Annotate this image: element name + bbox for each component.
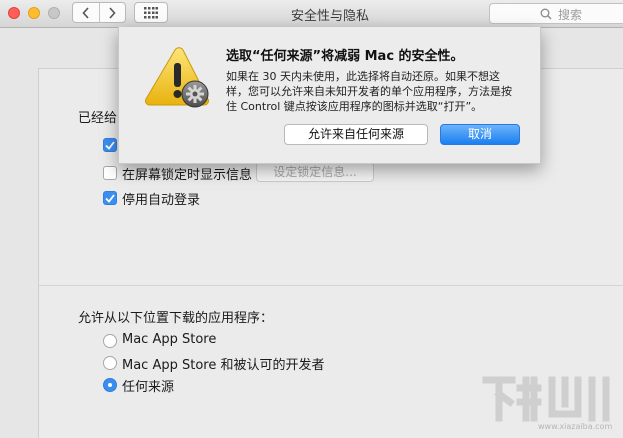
title-bar: 安全性与隐私 搜索 bbox=[0, 0, 623, 28]
disable-auto-login-checkbox[interactable] bbox=[103, 191, 117, 205]
checkmark-icon bbox=[105, 193, 115, 203]
radio-identified-developers[interactable] bbox=[103, 356, 117, 370]
site-watermark-logo bbox=[482, 376, 610, 422]
show-all-button[interactable] bbox=[134, 2, 168, 23]
minimize-window-button[interactable] bbox=[28, 7, 40, 19]
chevron-left-icon bbox=[82, 6, 89, 19]
security-warning-sheet: 选取“任何来源”将减弱 Mac 的安全性。 如果在 30 天内未使用，此选择将自… bbox=[118, 27, 541, 164]
radio-anywhere-label: 任何来源 bbox=[122, 380, 175, 395]
radio-mac-app-store[interactable] bbox=[103, 334, 117, 348]
search-icon bbox=[540, 8, 552, 20]
radio-identified-developers-label: Mac App Store 和被认可的开发者 bbox=[122, 358, 325, 373]
radio-anywhere[interactable] bbox=[103, 378, 117, 392]
radio-mac-app-store-label: Mac App Store bbox=[122, 332, 217, 347]
allow-from-anywhere-button[interactable]: 允许来自任何来源 bbox=[284, 124, 428, 145]
watermark-url: www.xiazaiba.com bbox=[538, 422, 613, 431]
close-window-button[interactable] bbox=[8, 7, 20, 19]
grid-icon bbox=[144, 6, 158, 18]
search-field[interactable]: 搜索 bbox=[489, 3, 623, 24]
alert-message-line: 样，您可以允许来自未知开发者的单个应用程序，方法是按 bbox=[226, 85, 512, 98]
zoom-window-button[interactable] bbox=[48, 7, 60, 19]
checkmark-icon bbox=[105, 140, 115, 150]
alert-title: 选取“任何来源”将减弱 Mac 的安全性。 bbox=[226, 49, 464, 64]
back-button[interactable] bbox=[73, 3, 99, 22]
disable-auto-login-label: 停用自动登录 bbox=[122, 193, 201, 208]
search-placeholder: 搜索 bbox=[558, 8, 583, 22]
alert-message-line: 住 Control 键点按该应用程序的图标并选取“打开”。 bbox=[226, 100, 483, 113]
chevron-right-icon bbox=[109, 6, 116, 19]
warning-icon bbox=[145, 47, 209, 108]
download-source-heading: 允许从以下位置下载的应用程序： bbox=[78, 311, 274, 326]
section-divider bbox=[38, 285, 623, 286]
forward-button[interactable] bbox=[98, 3, 126, 22]
back-forward-control bbox=[72, 2, 126, 23]
show-message-checkbox[interactable] bbox=[103, 166, 117, 180]
require-password-checkbox[interactable] bbox=[103, 138, 117, 152]
gear-icon bbox=[181, 80, 209, 108]
window-title: 安全性与隐私 bbox=[290, 9, 369, 24]
set-lock-message-button[interactable]: 设定锁定信息... bbox=[256, 162, 374, 182]
alert-message: 如果在 30 天内未使用，此选择将自动还原。如果不想这 样，您可以允许来自未知开… bbox=[226, 69, 526, 114]
alert-message-line: 如果在 30 天内未使用，此选择将自动还原。如果不想这 bbox=[226, 70, 500, 83]
login-password-heading: 已经给 bbox=[78, 111, 118, 126]
show-message-label: 在屏幕锁定时显示信息 bbox=[122, 168, 253, 183]
cancel-button[interactable]: 取消 bbox=[440, 124, 520, 145]
